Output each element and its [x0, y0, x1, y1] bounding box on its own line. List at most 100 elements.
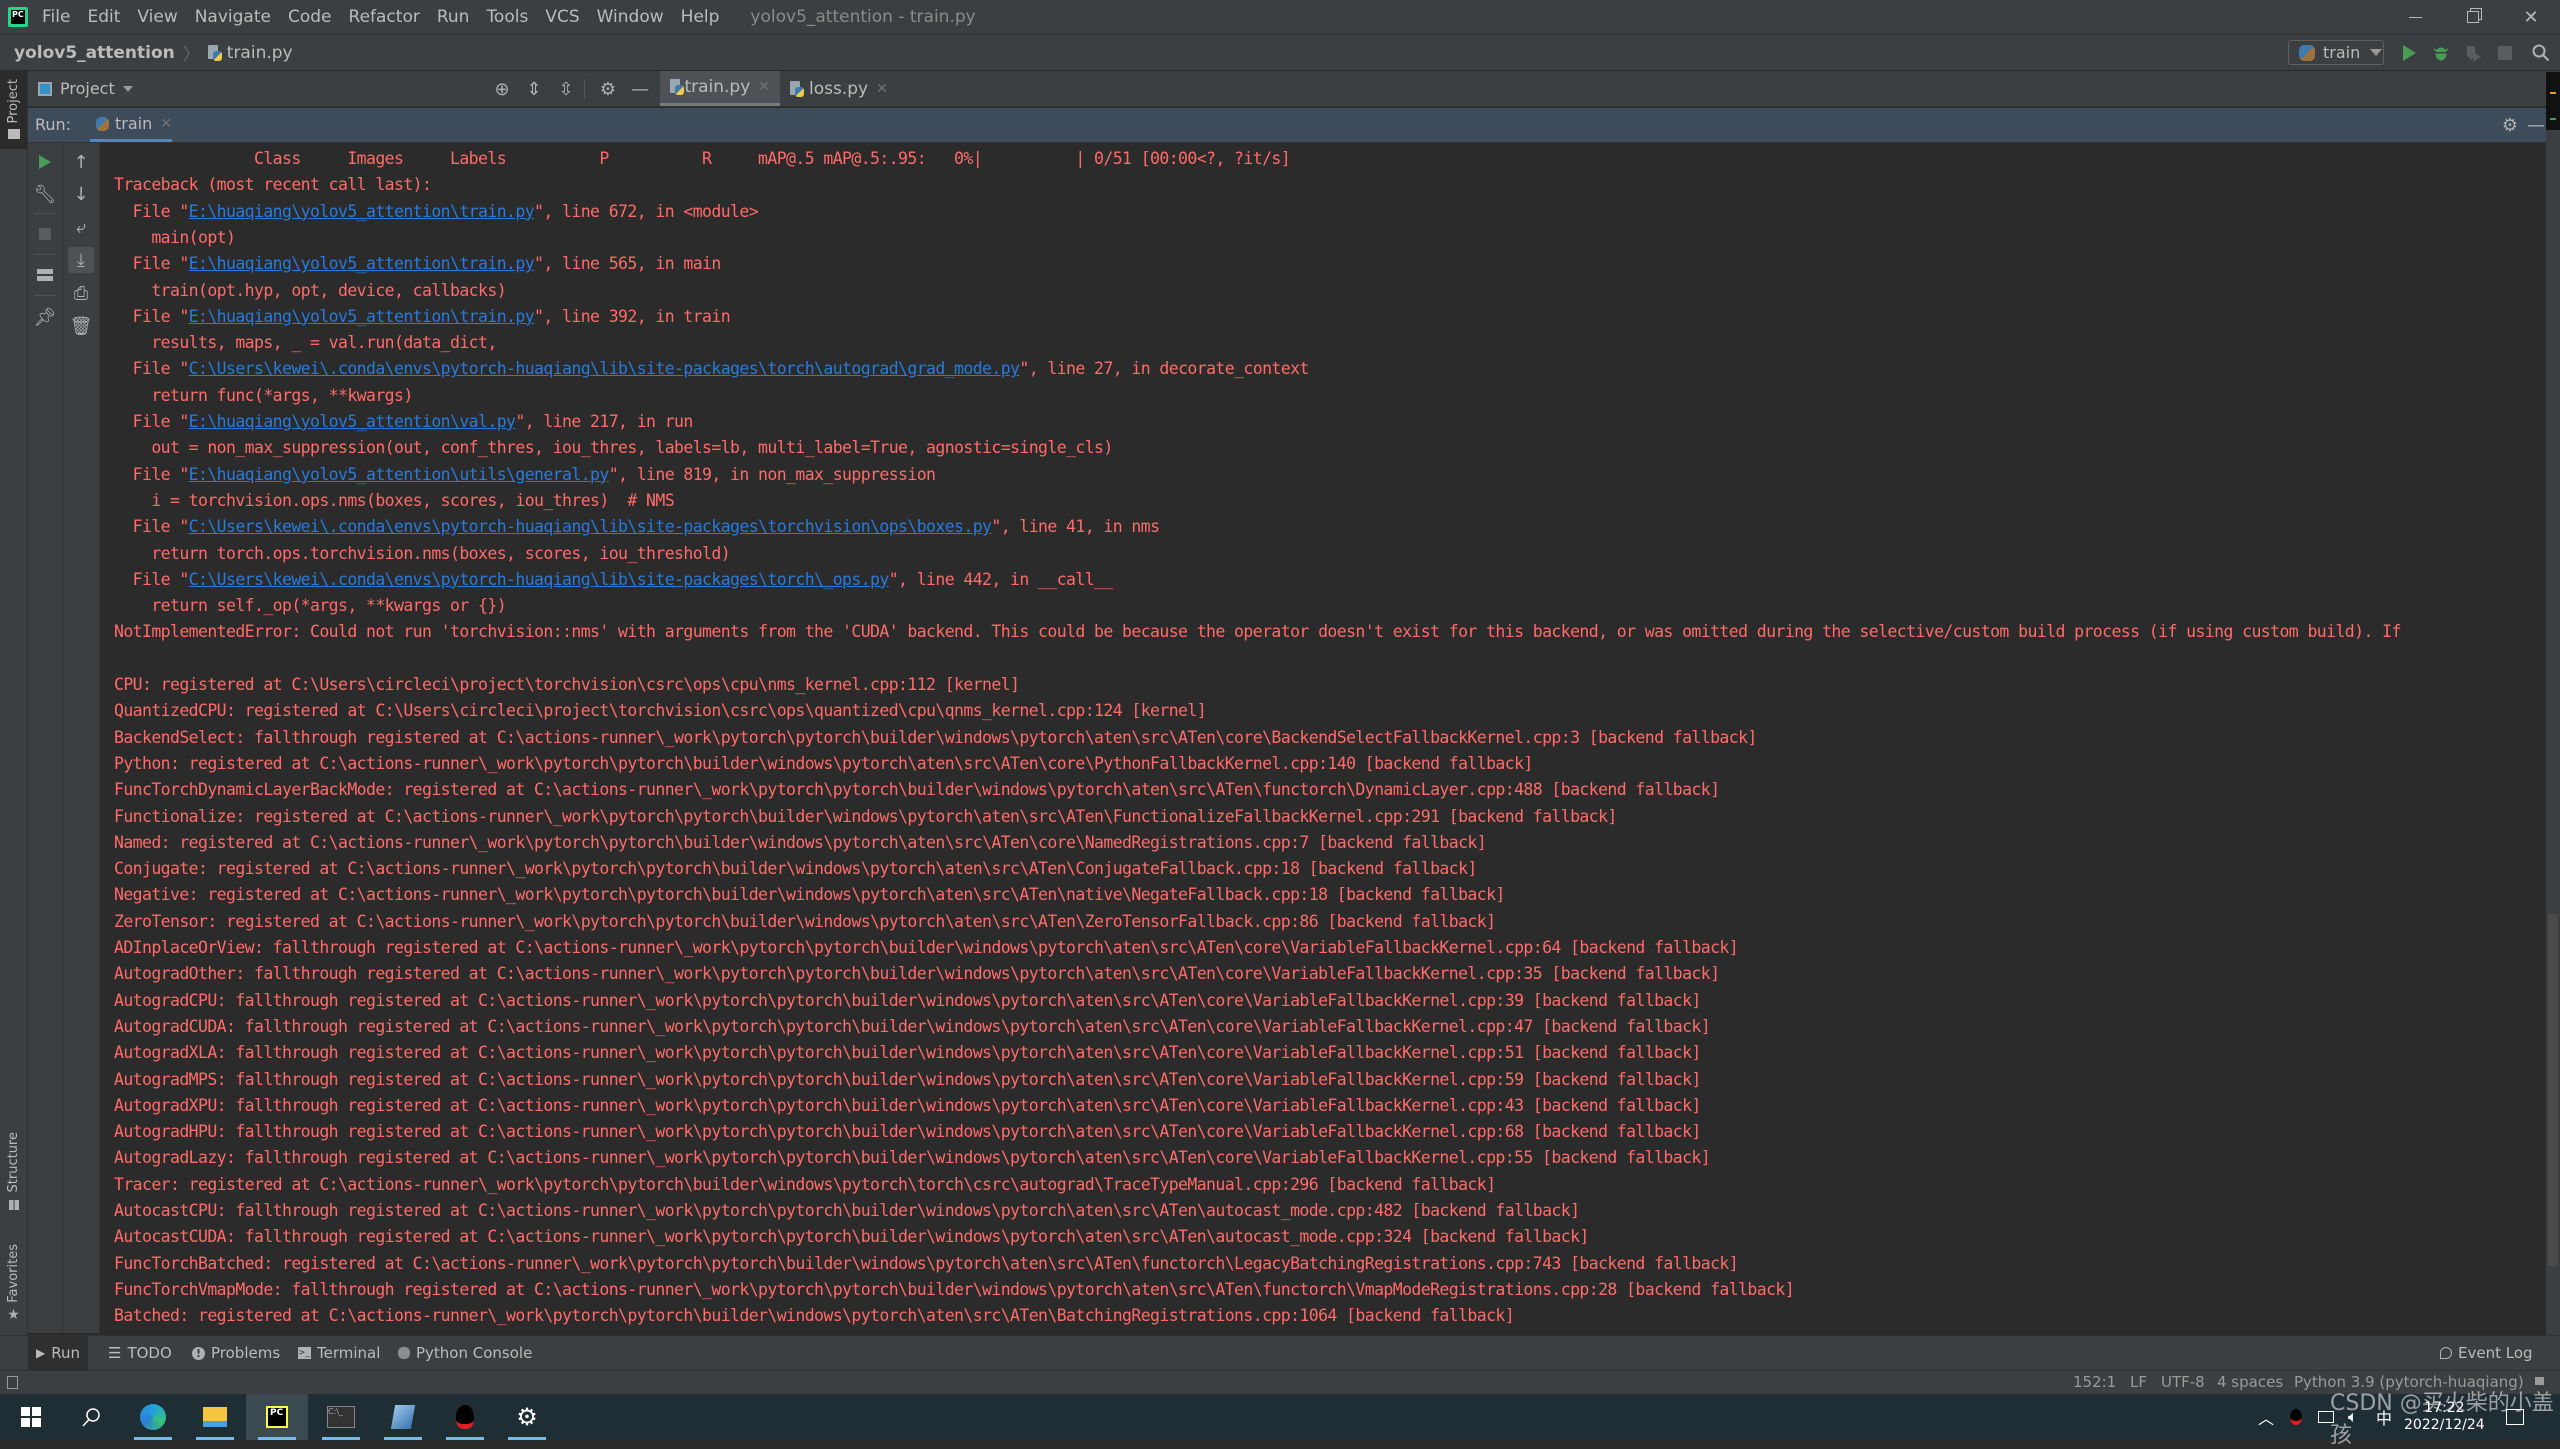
file-path-link[interactable]: E:\huaqiang\yolov5_attention\train.py — [189, 307, 535, 326]
print-button[interactable]: ⎙ — [68, 280, 94, 306]
taskbar-file-explorer[interactable] — [184, 1394, 246, 1440]
python-icon — [2299, 44, 2315, 61]
bottom-tab-python-console[interactable]: Python Console — [390, 1336, 540, 1370]
tray-volume[interactable]: 🔈︎ — [2348, 1394, 2358, 1440]
restore-layout-button[interactable] — [32, 262, 58, 288]
toggle-tool-windows-icon[interactable] — [7, 1376, 18, 1389]
soft-wrap-button[interactable]: ⤶ — [68, 214, 94, 240]
python-interpreter[interactable]: Python 3.9 (pytorch-huaqiang) — [2294, 1373, 2524, 1391]
minimize-button[interactable] — [2386, 0, 2444, 34]
menu-code[interactable]: Code — [288, 7, 332, 27]
menu-run[interactable]: Run — [437, 7, 470, 27]
console-line: FuncTorchDynamicLayerBackMode: registere… — [114, 780, 1720, 800]
breadcrumb-project[interactable]: yolov5_attention — [14, 43, 175, 63]
hide-project-button[interactable]: — — [628, 77, 652, 101]
console-vertical-scrollbar[interactable] — [2548, 914, 2558, 1266]
project-tool-button[interactable]: Project — [0, 71, 27, 149]
menu-edit[interactable]: Edit — [87, 7, 120, 27]
title-menu-bar: PC File Edit View Navigate Code Refactor… — [0, 0, 2560, 35]
expand-all-button[interactable]: ⇕ — [522, 77, 546, 101]
project-settings-button[interactable]: ⚙ — [596, 77, 620, 101]
run-console-output[interactable]: Class Images Labels P R mAP@.5 mAP@.5:.9… — [100, 143, 2546, 1333]
taskbar-settings[interactable]: ⚙ — [496, 1394, 558, 1440]
file-path-link[interactable]: C:\Users\kewei\.conda\envs\pytorch-huaqi… — [189, 570, 890, 589]
pin-tab-button[interactable]: 📌︎ — [32, 304, 58, 330]
tray-network[interactable] — [2318, 1394, 2334, 1440]
collapse-all-button[interactable]: ⇳ — [554, 77, 578, 101]
bottom-tab-problems[interactable]: ! Problems — [184, 1336, 288, 1370]
bottom-tab-terminal[interactable]: >_ Terminal — [290, 1336, 388, 1370]
file-path-link[interactable]: C:\Users\kewei\.conda\envs\pytorch-huaqi… — [189, 359, 1020, 378]
edit-configuration-button[interactable]: 🔧︎ — [32, 181, 58, 207]
tab-loss-py[interactable]: loss.py ✕ — [780, 71, 900, 106]
run-settings-button[interactable]: ⚙ — [2498, 113, 2522, 137]
tab-train-py[interactable]: train.py ✕ — [660, 71, 780, 106]
close-tab-icon[interactable]: ✕ — [160, 116, 172, 132]
run-configuration-dropdown[interactable]: train — [2288, 40, 2384, 65]
indent-setting[interactable]: 4 spaces — [2217, 1373, 2283, 1391]
tray-show-hidden[interactable]: ︿ — [2258, 1394, 2274, 1440]
breadcrumb-file[interactable]: train.py — [207, 43, 293, 63]
up-stack-trace-button[interactable]: ↑ — [68, 149, 94, 175]
close-window-button[interactable]: ✕ — [2502, 0, 2560, 34]
clear-all-button[interactable]: 🗑︎ — [68, 313, 94, 339]
file-path-link[interactable]: E:\huaqiang\yolov5_attention\train.py — [189, 254, 535, 273]
console-line-suffix: ", line 672, in <module> — [534, 201, 759, 221]
down-stack-trace-button[interactable]: ↓ — [68, 181, 94, 207]
taskbar-notepad[interactable] — [372, 1394, 434, 1440]
file-path-link[interactable]: E:\huaqiang\yolov5_attention\val.py — [189, 412, 516, 431]
favorites-tool-button[interactable]: Favorites ★ — [0, 1244, 27, 1323]
hide-run-button[interactable]: — — [2524, 113, 2548, 137]
menu-view[interactable]: View — [137, 7, 177, 27]
taskbar-edge[interactable] — [122, 1394, 184, 1440]
search-everywhere-button[interactable] — [2530, 42, 2552, 64]
scroll-to-end-button[interactable]: ⤓ — [68, 247, 94, 273]
taskbar-search-button[interactable] — [60, 1394, 122, 1440]
taskbar-qq[interactable] — [434, 1394, 496, 1440]
stop-run-button[interactable] — [32, 221, 58, 247]
tray-input-method[interactable]: 中 — [2376, 1394, 2392, 1440]
caret-position[interactable]: 152:1 — [2073, 1373, 2116, 1391]
menu-navigate[interactable]: Navigate — [195, 7, 271, 27]
rerun-button[interactable] — [32, 149, 58, 175]
file-path-link[interactable]: E:\huaqiang\yolov5_attention\utils\gener… — [189, 465, 610, 484]
speaker-icon: 🔈︎ — [2348, 1407, 2358, 1426]
project-view-dropdown[interactable]: Project — [38, 79, 133, 98]
menu-vcs[interactable]: VCS — [545, 7, 579, 27]
list-icon: ☰ — [108, 1344, 122, 1362]
run-button[interactable] — [2398, 42, 2420, 64]
speech-bubble-icon — [2440, 1347, 2452, 1359]
file-path-link[interactable]: C:\Users\kewei\.conda\envs\pytorch-huaqi… — [189, 517, 992, 536]
taskbar-pycharm[interactable]: PC — [246, 1394, 308, 1440]
tray-clock[interactable]: 17:22 2022/12/24 — [2404, 1394, 2485, 1440]
action-center-button[interactable] — [2506, 1394, 2524, 1440]
minus-icon: — — [2527, 114, 2545, 136]
file-encoding[interactable]: UTF-8 — [2161, 1373, 2205, 1391]
breadcrumb-separator-icon: 〉 — [182, 45, 200, 65]
event-log-button[interactable]: Event Log — [2432, 1336, 2541, 1370]
stop-button[interactable] — [2494, 42, 2516, 64]
menu-tools[interactable]: Tools — [486, 7, 528, 27]
file-path-link[interactable]: E:\huaqiang\yolov5_attention\train.py — [189, 202, 535, 221]
bug-icon — [2433, 47, 2449, 61]
debug-button[interactable] — [2430, 42, 2452, 64]
close-tab-icon[interactable]: ✕ — [876, 81, 888, 97]
run-tab-train[interactable]: train ✕ — [90, 108, 172, 142]
run-tool-window-header: Run: train ✕ ⚙ — — [28, 108, 2546, 143]
taskbar-command-prompt[interactable]: C:\_ — [310, 1394, 372, 1440]
run-with-coverage-button[interactable] — [2462, 42, 2484, 64]
menu-refactor[interactable]: Refactor — [349, 7, 420, 27]
start-button[interactable] — [0, 1394, 62, 1440]
select-opened-file-button[interactable]: ⊕ — [490, 77, 514, 101]
bottom-tab-todo[interactable]: ☰ TODO — [100, 1336, 180, 1370]
menu-help[interactable]: Help — [681, 7, 720, 27]
bottom-tab-run[interactable]: ▶ Run — [28, 1336, 88, 1370]
line-separator[interactable]: LF — [2130, 1373, 2147, 1391]
close-tab-icon[interactable]: ✕ — [758, 79, 770, 95]
tray-qq[interactable] — [2290, 1394, 2302, 1440]
structure-tool-button[interactable]: Structure — [0, 1132, 27, 1211]
menu-window[interactable]: Window — [597, 7, 664, 27]
restore-button[interactable] — [2444, 0, 2502, 34]
menu-file[interactable]: File — [42, 7, 70, 27]
lock-icon[interactable] — [2535, 1377, 2544, 1385]
